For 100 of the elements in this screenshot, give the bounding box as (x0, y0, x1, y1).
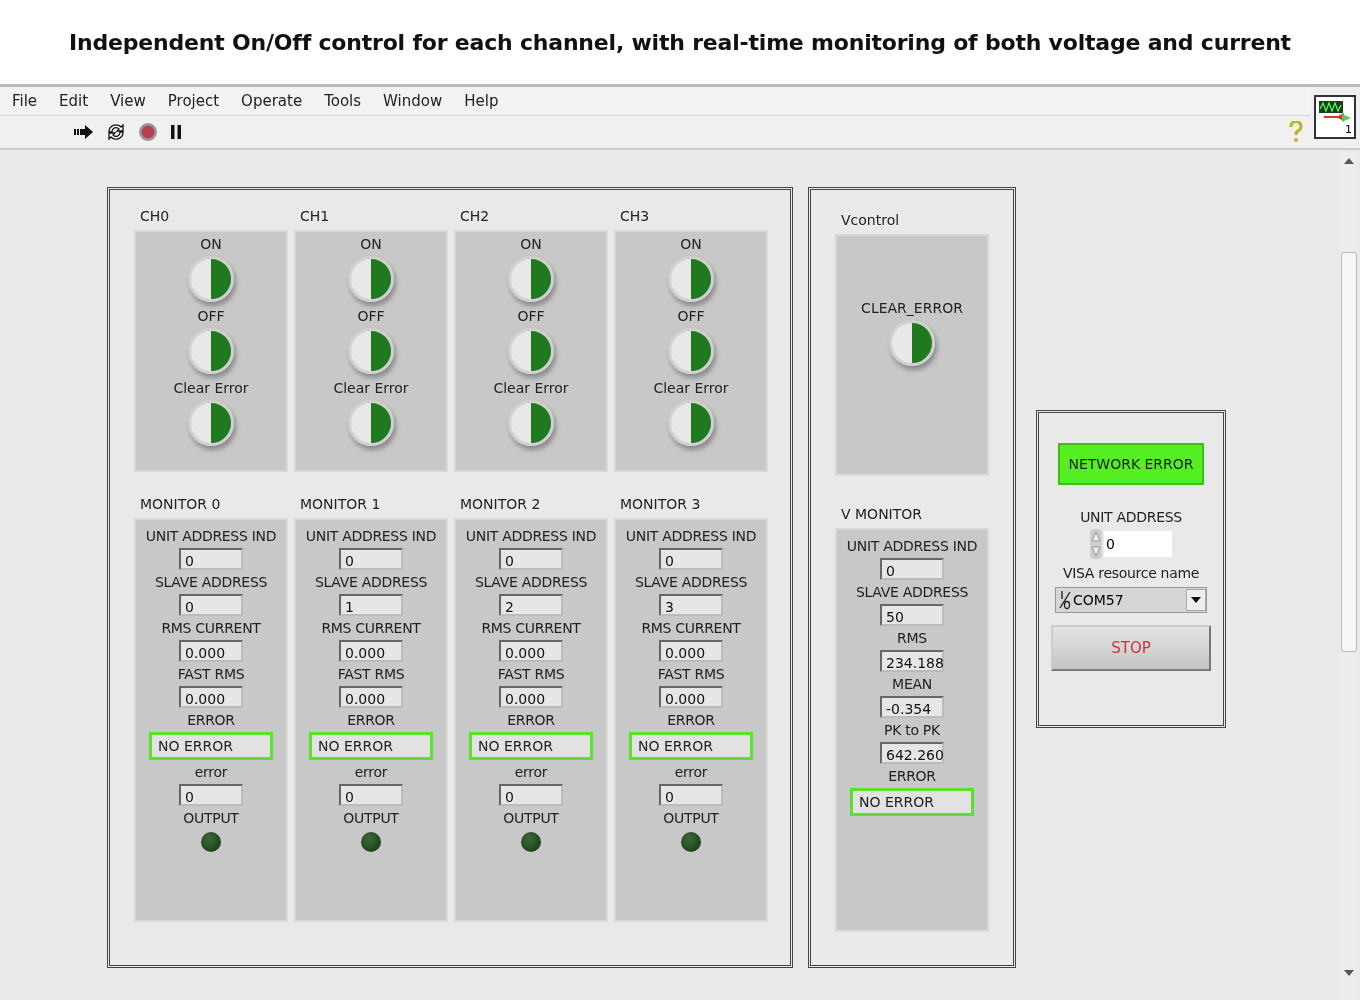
numeric-indicator: 0 (179, 548, 243, 570)
indicator-label: UNIT ADDRESS IND (465, 528, 597, 544)
abort-icon[interactable] (138, 122, 158, 142)
menu-item[interactable]: Operate (241, 92, 303, 110)
status-indicator: NO ERROR (629, 732, 753, 760)
numeric-indicator: -0.354 (880, 696, 944, 718)
button-label: CLEAR_ERROR (861, 300, 963, 316)
indicator-label: error (674, 764, 708, 780)
status-indicator: NO ERROR (850, 788, 974, 816)
button-label: ON (520, 236, 542, 252)
indicator-label: SLAVE ADDRESS (154, 574, 268, 590)
menu-item[interactable]: Window (383, 92, 443, 110)
channel-label: CH2 (460, 208, 491, 226)
indicator-label: SLAVE ADDRESS (634, 574, 748, 590)
indicator-label: SLAVE ADDRESS (855, 584, 969, 600)
button-label: Clear Error (333, 380, 409, 396)
indicator-label: ERROR (507, 712, 555, 728)
button-label: Clear Error (653, 380, 729, 396)
indicator-label: FAST RMS (657, 666, 725, 682)
visa-resource-dropdown[interactable]: COM57 (1055, 587, 1207, 613)
status-indicator: NO ERROR (309, 732, 433, 760)
toggle-button[interactable] (508, 400, 554, 446)
toggle-button[interactable] (508, 328, 554, 374)
numeric-indicator: 0.000 (179, 686, 243, 708)
menu-item[interactable]: View (110, 92, 146, 110)
button-label: Clear Error (493, 380, 569, 396)
indicator-label: FAST RMS (337, 666, 405, 682)
indicator-label: OUTPUT (503, 810, 559, 826)
status-indicator: NO ERROR (149, 732, 273, 760)
button-label: OFF (357, 308, 385, 324)
scroll-up-icon[interactable] (1344, 158, 1354, 164)
numeric-indicator: 0.000 (339, 640, 403, 662)
numeric-indicator: 642.260 (880, 742, 944, 764)
dropdown-arrow-icon[interactable] (1191, 597, 1201, 603)
monitor-label: MONITOR 2 (460, 496, 542, 514)
indicator-label: ERROR (888, 768, 936, 784)
indicator-label: OUTPUT (183, 810, 239, 826)
toggle-button[interactable] (188, 328, 234, 374)
toggle-button[interactable] (508, 256, 554, 302)
indicator-label: PK to PK (884, 722, 940, 738)
numeric-indicator: 234.188 (880, 650, 944, 672)
toggle-button[interactable] (348, 328, 394, 374)
scroll-down-icon[interactable] (1344, 970, 1354, 976)
pause-icon[interactable] (170, 124, 182, 140)
menu-item[interactable]: Tools (324, 92, 362, 110)
toggle-button[interactable] (889, 320, 935, 366)
numeric-indicator: 0.000 (659, 686, 723, 708)
indicator-label: FAST RMS (177, 666, 245, 682)
numeric-indicator: 50 (880, 604, 944, 626)
status-indicator: NO ERROR (469, 732, 593, 760)
toggle-button[interactable] (348, 400, 394, 446)
indicator-label: RMS CURRENT (161, 620, 261, 636)
menu-item[interactable]: File (12, 92, 38, 110)
numeric-indicator: 0 (499, 548, 563, 570)
visa-icon (1059, 590, 1071, 610)
numeric-indicator: 2 (499, 594, 563, 616)
vi-icon[interactable]: 1 (1314, 95, 1356, 139)
numeric-indicator: 0.000 (659, 640, 723, 662)
numeric-indicator: 0.000 (339, 686, 403, 708)
indicator-label: UNIT ADDRESS IND (305, 528, 437, 544)
unit-address-label: UNIT ADDRESS (1080, 509, 1182, 525)
indicator-label: OUTPUT (663, 810, 719, 826)
numeric-indicator: 1 (339, 594, 403, 616)
button-label: OFF (517, 308, 545, 324)
run-continuously-icon[interactable] (106, 123, 126, 141)
indicator-label: SLAVE ADDRESS (474, 574, 588, 590)
numeric-indicator: 0 (659, 784, 723, 806)
toggle-button[interactable] (188, 256, 234, 302)
menu-item[interactable]: Project (167, 92, 220, 110)
button-label: OFF (677, 308, 705, 324)
numeric-indicator: 0 (179, 594, 243, 616)
menu-item[interactable]: Edit (59, 92, 89, 110)
toggle-button[interactable] (668, 400, 714, 446)
toggle-button[interactable] (348, 256, 394, 302)
toggle-button[interactable] (188, 400, 234, 446)
indicator-label: error (194, 764, 228, 780)
button-label: OFF (197, 308, 225, 324)
indicator-label: ERROR (667, 712, 715, 728)
toggle-button[interactable] (668, 256, 714, 302)
network-error-button[interactable]: NETWORK ERROR (1058, 443, 1204, 485)
spinner-icon[interactable] (1090, 529, 1102, 559)
numeric-indicator: 0 (880, 558, 944, 580)
button-label: ON (680, 236, 702, 252)
indicator-label: error (354, 764, 388, 780)
numeric-indicator: 0 (659, 548, 723, 570)
channel-label: CH3 (620, 208, 651, 226)
toggle-button[interactable] (668, 328, 714, 374)
run-icon[interactable] (72, 124, 94, 140)
indicator-label: OUTPUT (343, 810, 399, 826)
numeric-indicator: 0.000 (499, 640, 563, 662)
channel-label: CH1 (300, 208, 331, 226)
numeric-indicator: 0.000 (179, 640, 243, 662)
unit-address-field[interactable]: 0 (1104, 531, 1172, 557)
caption: Independent On/Off control for each channel, with real-time monitoring of both voltage and current (68, 28, 1292, 57)
visa-label: VISA resource name (1062, 565, 1200, 581)
scroll-thumb[interactable] (1341, 252, 1357, 652)
indicator-label: FAST RMS (497, 666, 565, 682)
numeric-indicator: 0 (179, 784, 243, 806)
menu-item[interactable]: Help (464, 92, 499, 110)
indicator-label: RMS CURRENT (641, 620, 741, 636)
